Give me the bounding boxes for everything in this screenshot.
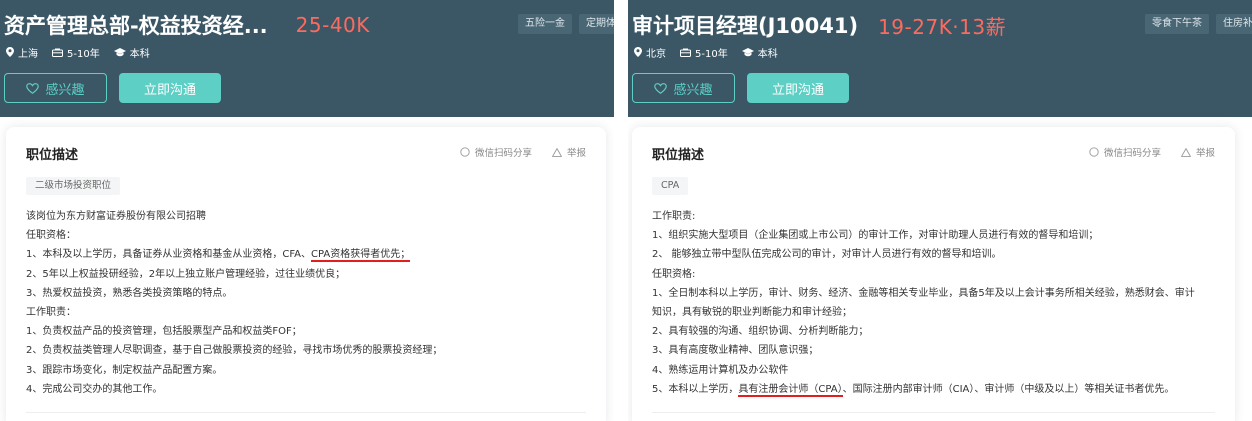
highlight-underline: 具有注册会计师（CPA） [738, 383, 843, 397]
meta-city-text: 上海 [18, 48, 38, 60]
desc-line: 1、全日制本科以上学历，审计、财务、经济、金融等相关专业毕业，具备5年及以上会计… [652, 287, 1195, 299]
desc-line: 1、负责权益产品的投资管理，包括股票型产品和权益类FOF； [26, 326, 302, 338]
job-description-text: 工作职责: 1、组织实施大型项目（企业集团或上市公司）的审计工作，对审计助理人员… [652, 207, 1195, 399]
interest-button-label: 感兴趣 [673, 82, 713, 98]
divider [652, 412, 1215, 413]
job-panel-left: 资产管理总部-权益投资经... 25-40K 五险一金 定期体检 上海 5-10… [0, 0, 614, 421]
heart-icon [26, 82, 40, 94]
chat-now-button-label: 立即沟通 [143, 82, 196, 98]
interest-button[interactable]: 感兴趣 [632, 73, 735, 103]
desc-line: 4、完成公司交办的其他工作。 [26, 383, 163, 395]
benefit-tag: 五险一金 [518, 14, 572, 34]
interest-button[interactable]: 感兴趣 [4, 73, 107, 103]
chat-bubble-icon [460, 147, 470, 157]
section-title: 职位描述 [652, 148, 705, 163]
card-actions: 微信扫码分享 举报 [440, 145, 586, 159]
benefit-tags: 零食下午茶 住房补贴 [1145, 14, 1252, 34]
meta-city: 上海 [6, 45, 38, 60]
chat-now-button[interactable]: 立即沟通 [119, 73, 221, 103]
briefcase-icon [680, 48, 691, 57]
desc-line: 3、热爱权益投资，熟悉各类投资策略的特点。 [26, 287, 233, 299]
job-category-tag: CPA [652, 177, 689, 195]
desc-line: 2、 能够独立带中型队伍完成公司的审计，对审计人员进行有效的督导和培训。 [652, 249, 1002, 261]
meta-education: 本科 [741, 45, 778, 60]
desc-line: 任职资格: [652, 268, 696, 280]
chat-bubble-icon [1089, 147, 1099, 157]
job-description-card: 职位描述 微信扫码分享 举报 二级市场投资职位 该岗位为东方财富证券股份有限公司… [6, 127, 606, 421]
graduation-cap-icon [113, 47, 126, 56]
desc-line: 知识，具有敏锐的职业判断能力和审计经验； [652, 306, 852, 318]
wechat-share-label: 微信扫码分享 [474, 148, 532, 159]
report-link[interactable]: 举报 [1180, 145, 1215, 159]
job-category-tag: 二级市场投资职位 [26, 177, 121, 195]
meta-experience: 5-10年 [680, 45, 728, 60]
desc-line: 2、具有较强的沟通、组织协调、分析判断能力； [652, 326, 869, 338]
title-row: 审计项目经理(J10041) 19-27K·13薪 [632, 8, 1006, 42]
benefit-tag: 定期体检 [579, 14, 614, 34]
meta-city-text: 北京 [646, 48, 666, 60]
meta-education-text: 本科 [757, 48, 778, 60]
location-pin-icon [6, 47, 14, 57]
wechat-share-link[interactable]: 微信扫码分享 [460, 145, 532, 159]
job-description-text: 该岗位为东方财富证券股份有限公司招聘 任职资格： 1、本科及以上学历，具备证券从… [26, 207, 442, 399]
meta-education: 本科 [113, 45, 150, 60]
action-buttons: 感兴趣 立即沟通 [4, 73, 221, 103]
benefit-tags: 五险一金 定期体检 [518, 14, 614, 34]
meta-experience-text: 5-10年 [67, 48, 100, 60]
warning-icon [551, 147, 562, 157]
title-row: 资产管理总部-权益投资经... 25-40K [4, 8, 370, 42]
desc-line: 3、具有高度敬业精神、团队意识强； [652, 345, 819, 357]
location-pin-icon [634, 47, 642, 57]
meta-experience-text: 5-10年 [695, 48, 728, 60]
report-label: 举报 [566, 148, 586, 159]
salary: 19-27K·13薪 [878, 14, 1007, 39]
report-label: 举报 [1195, 148, 1215, 159]
desc-line: 4、熟练运用计算机及办公软件 [652, 364, 789, 376]
action-buttons: 感兴趣 立即沟通 [632, 73, 849, 103]
wechat-share-label: 微信扫码分享 [1103, 148, 1161, 159]
job-header: 资产管理总部-权益投资经... 25-40K 五险一金 定期体检 上海 5-10… [0, 0, 614, 117]
report-link[interactable]: 举报 [551, 145, 586, 159]
benefit-tag: 零食下午茶 [1145, 14, 1209, 34]
divider [26, 412, 586, 413]
job-meta: 北京 5-10年 本科 [634, 44, 792, 60]
meta-experience: 5-10年 [52, 45, 100, 60]
briefcase-icon [52, 48, 63, 57]
job-description-card: 职位描述 微信扫码分享 举报 CPA 工作职责: 1、组织实施大型项目（企业集团… [632, 127, 1235, 421]
wechat-share-link[interactable]: 微信扫码分享 [1089, 145, 1161, 159]
interest-button-label: 感兴趣 [45, 82, 85, 98]
meta-education-text: 本科 [129, 48, 150, 60]
job-title[interactable]: 审计项目经理(J10041) [632, 10, 858, 40]
job-meta: 上海 5-10年 本科 [6, 44, 164, 60]
chat-now-button-label: 立即沟通 [771, 82, 824, 98]
warning-icon [1180, 147, 1191, 157]
desc-line: 3、跟踪市场变化，制定权益产品配置方案。 [26, 364, 223, 376]
desc-line: 5、本科以上学历，具有注册会计师（CPA）、国际注册内部审计师（CIA）、审计师… [652, 383, 1175, 397]
desc-line: 2、负责权益类管理人尽职调查，基于自己做股票投资的经验，寻找市场优秀的股票投资经… [26, 345, 443, 357]
desc-line: 1、组织实施大型项目（企业集团或上市公司）的审计工作，对审计助理人员进行有效的督… [652, 230, 1099, 242]
desc-line: 工作职责: [652, 211, 696, 222]
heart-icon [654, 82, 668, 94]
card-actions: 微信扫码分享 举报 [1069, 145, 1215, 159]
highlight-underline: CPA资格获得者优先； [311, 249, 411, 263]
benefit-tag: 住房补贴 [1216, 14, 1252, 34]
job-header: 审计项目经理(J10041) 19-27K·13薪 零食下午茶 住房补贴 北京 … [628, 0, 1252, 117]
desc-line: 1、本科及以上学历，具备证券从业资格和基金从业资格，CFA、CPA资格获得者优先… [26, 249, 411, 263]
section-title: 职位描述 [26, 148, 79, 163]
job-panel-right: 审计项目经理(J10041) 19-27K·13薪 零食下午茶 住房补贴 北京 … [628, 0, 1252, 421]
graduation-cap-icon [741, 47, 754, 56]
meta-city: 北京 [634, 45, 666, 60]
job-title[interactable]: 资产管理总部-权益投资经... [4, 10, 268, 40]
desc-line: 2、5年以上权益投研经验，2年以上独立账户管理经验，过往业绩优良； [26, 268, 346, 280]
desc-line: 工作职责： [26, 306, 76, 318]
salary: 25-40K [295, 13, 370, 37]
desc-line: 任职资格： [26, 230, 76, 242]
chat-now-button[interactable]: 立即沟通 [747, 73, 849, 103]
desc-line: 该岗位为东方财富证券股份有限公司招聘 [26, 211, 206, 222]
